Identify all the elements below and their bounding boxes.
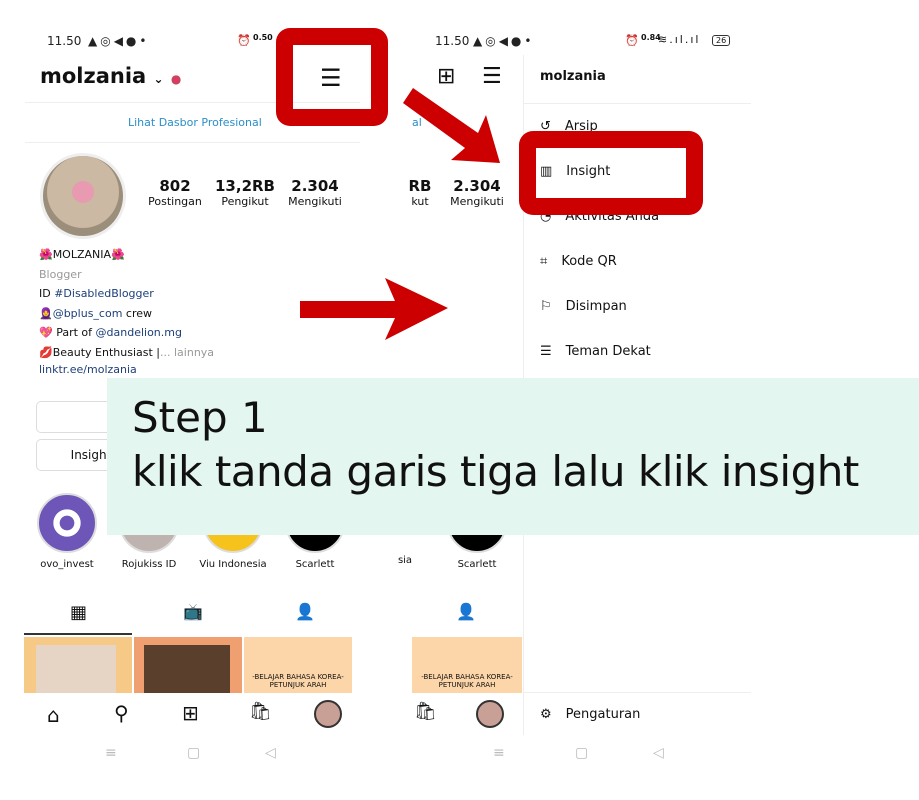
caption-box: Step 1 klik tanda garis tiga lalu klik i… [107,378,919,535]
caption-title: Step 1 [132,393,268,442]
arrow-right [300,278,448,340]
arrow-diagonal [403,88,500,163]
caption-text: klik tanda garis tiga lalu klik insight [132,447,859,496]
